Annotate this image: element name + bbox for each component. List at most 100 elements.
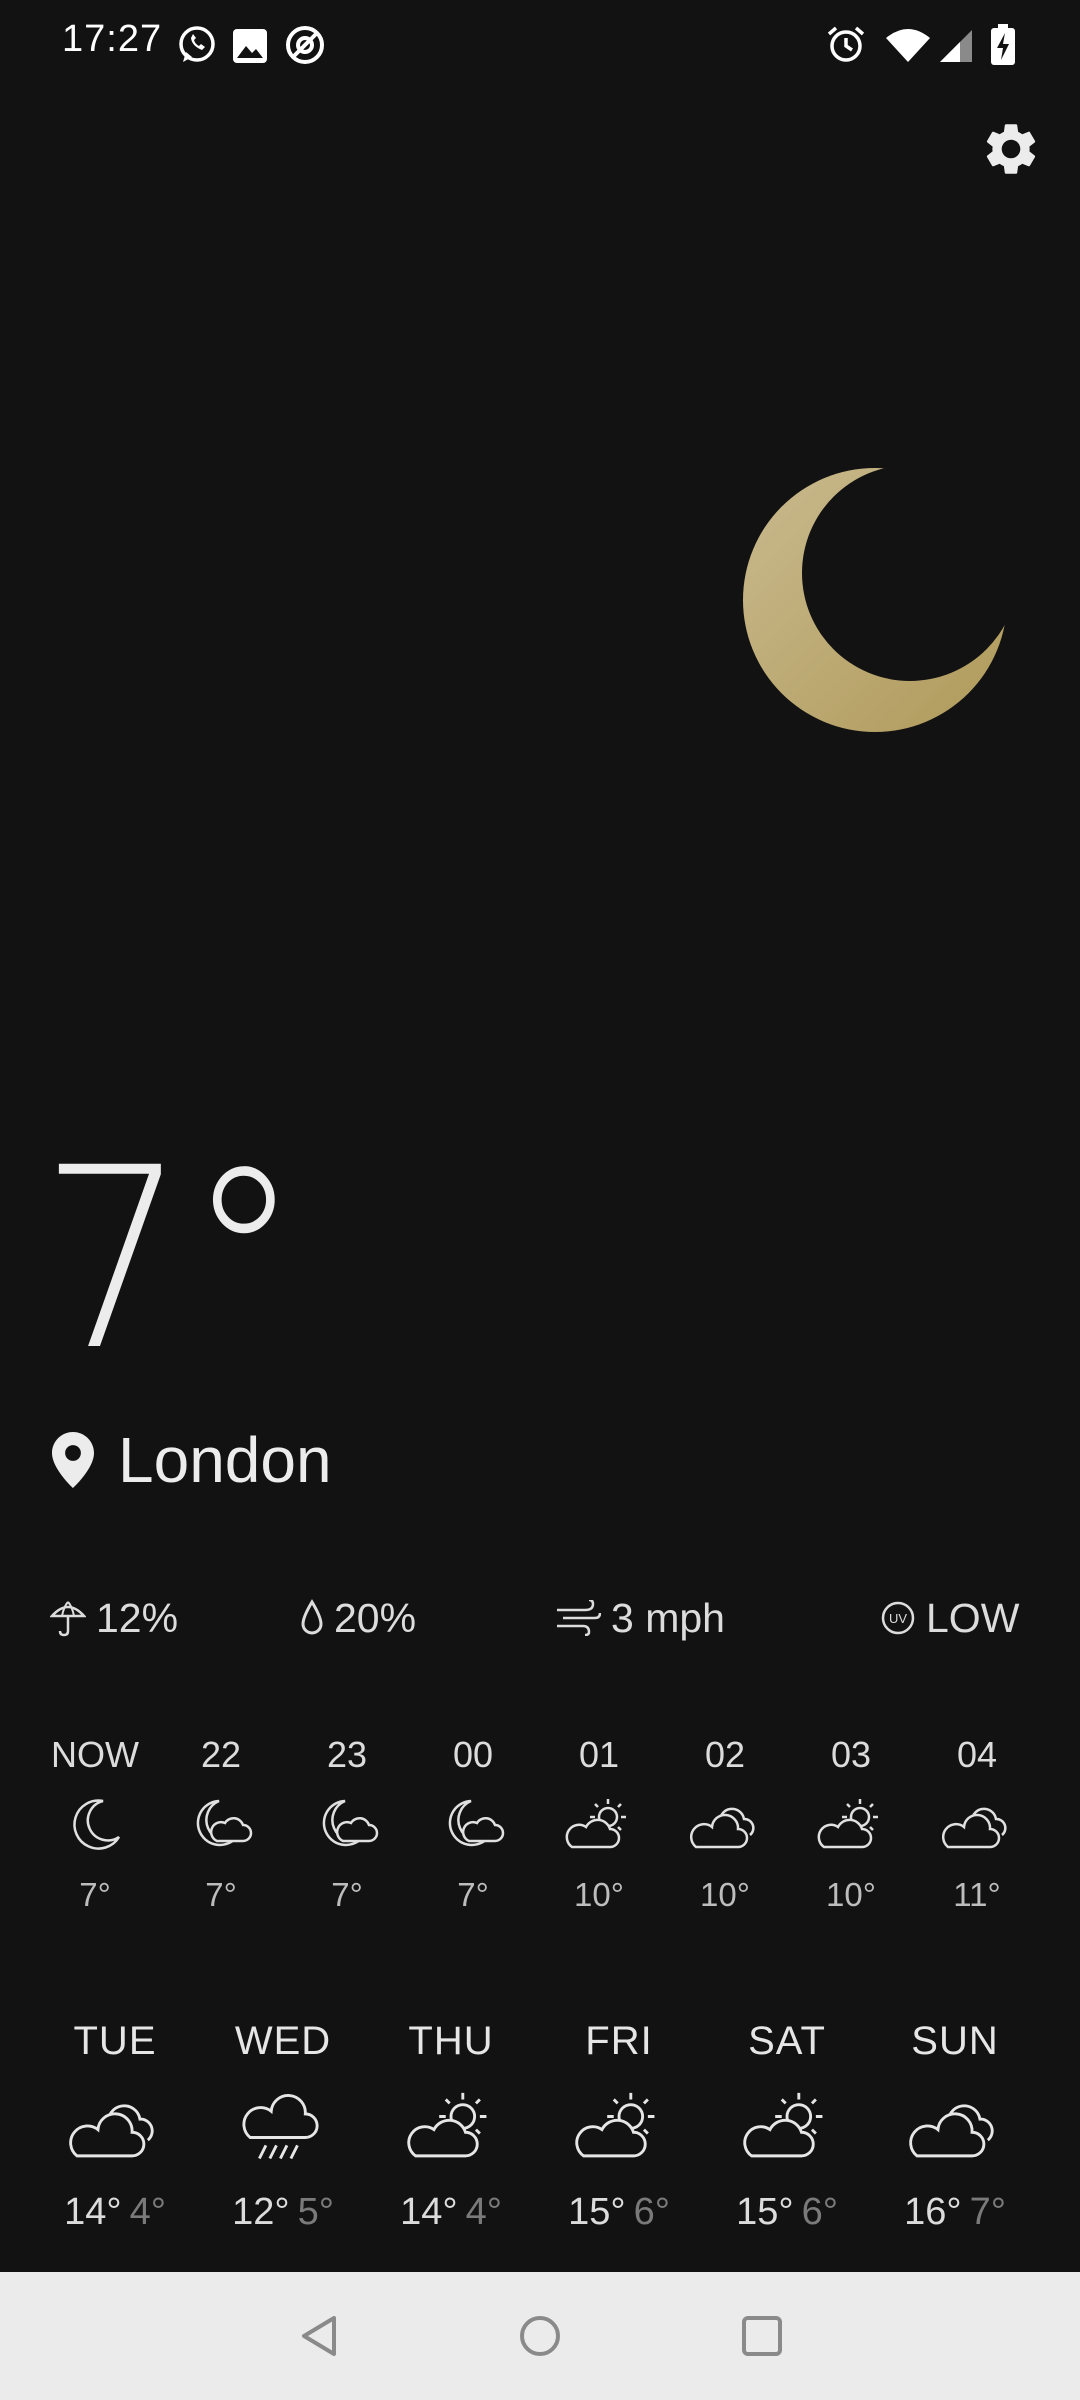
- location[interactable]: London: [52, 1420, 332, 1500]
- status-bar: 17:27: [0, 0, 1080, 90]
- day-high: 14°: [400, 2191, 458, 2233]
- back-button[interactable]: [290, 2306, 350, 2366]
- day-low: 5°: [297, 2191, 334, 2233]
- night-cloudy-icon: [196, 1799, 253, 1847]
- wind-icon: [557, 1600, 601, 1636]
- current-condition-moon: [730, 455, 1020, 750]
- hour-temp: 7°: [205, 1876, 237, 1913]
- svg-text:UV: UV: [889, 1611, 907, 1626]
- battery-charging-icon: [990, 24, 1016, 66]
- night-cloudy-icon: [448, 1799, 505, 1847]
- night-cloudy-icon: [322, 1799, 379, 1847]
- hourly-item: 02 10°: [662, 1730, 788, 1920]
- hour-temp: 10°: [574, 1876, 624, 1913]
- hour-label: 22: [200, 1734, 242, 1775]
- umbrella-icon: [50, 1601, 86, 1637]
- hour-temp: 7°: [79, 1876, 111, 1913]
- daily-item: FRI 15° 6°: [534, 2010, 704, 2242]
- daily-item: THU 14° 4°: [366, 2010, 536, 2242]
- day-label: TUE: [73, 2019, 157, 2063]
- day-label: SUN: [911, 2019, 999, 2063]
- hour-label: 01: [578, 1734, 620, 1775]
- location-pin-icon: [52, 1432, 94, 1488]
- daily-item: SUN 16° 7°: [870, 2010, 1040, 2242]
- alarm-icon: [826, 24, 866, 64]
- hourly-item: 03 10°: [788, 1730, 914, 1920]
- day-low: 6°: [633, 2191, 670, 2233]
- hour-label: 04: [956, 1734, 998, 1775]
- day-label: THU: [408, 2019, 494, 2063]
- gear-icon: [986, 124, 1036, 174]
- hour-temp: 10°: [700, 1876, 750, 1913]
- partly-sunny-icon: [565, 1799, 626, 1849]
- day-low: 4°: [129, 2191, 166, 2233]
- daily-item: TUE 14° 4°: [30, 2010, 200, 2242]
- daily-item: WED 12° 5°: [198, 2010, 368, 2242]
- wifi-icon: [884, 26, 932, 64]
- cellular-signal-icon: [938, 28, 974, 64]
- uv-icon: UV: [881, 1601, 915, 1635]
- day-low: 6°: [801, 2191, 838, 2233]
- recents-square-icon: [742, 2316, 782, 2356]
- day-high: 16°: [904, 2191, 962, 2233]
- hourly-item: 00 7°: [410, 1730, 536, 1920]
- hourly-item: 01 10°: [536, 1730, 662, 1920]
- hourly-forecast: NOW 7° 22 7° 23 7° 00 7° 01 10° 02 10° 0…: [32, 1730, 1072, 1930]
- partly-sunny-icon: [575, 2092, 655, 2158]
- day-high: 15°: [736, 2191, 794, 2233]
- wind-value: 3 mph: [611, 1594, 725, 1641]
- location-name: London: [118, 1424, 332, 1496]
- hour-label: 00: [452, 1734, 494, 1775]
- day-label: FRI: [585, 2019, 653, 2063]
- precipitation-stat: 12%: [50, 1588, 178, 1648]
- daily-forecast: TUE 14° 4° WED 12° 5° THU 14° 4° FRI 15°…: [0, 2010, 1080, 2250]
- wind-stat: 3 mph: [555, 1588, 725, 1648]
- cloudy-icon: [69, 2104, 154, 2158]
- blocked-app-icon: [284, 24, 326, 66]
- droplet-icon: [301, 1599, 323, 1635]
- precipitation-value: 12%: [96, 1594, 179, 1641]
- hourly-item: 23 7°: [284, 1730, 410, 1920]
- current-temperature: 7°: [40, 1114, 302, 1405]
- rain-icon: [242, 2094, 319, 2160]
- humidity-value: 20%: [334, 1594, 417, 1641]
- uv-value: LOW: [926, 1594, 1020, 1641]
- uv-stat: UV LOW: [880, 1588, 1019, 1648]
- status-time: 17:27: [62, 18, 163, 60]
- hourly-item: 22 7°: [158, 1730, 284, 1920]
- day-low: 7°: [969, 2191, 1006, 2233]
- hourly-item: NOW 7°: [32, 1730, 158, 1920]
- hour-label: 02: [704, 1734, 746, 1775]
- gallery-icon: [232, 28, 268, 64]
- hour-label: NOW: [51, 1734, 139, 1775]
- day-low: 4°: [465, 2191, 502, 2233]
- navigation-bar: [0, 2272, 1080, 2400]
- settings-button[interactable]: [980, 118, 1042, 180]
- hour-temp: 7°: [331, 1876, 363, 1913]
- partly-sunny-icon: [817, 1799, 878, 1849]
- daily-item: SAT 15° 6°: [702, 2010, 872, 2242]
- day-high: 14°: [64, 2191, 122, 2233]
- hour-label: 23: [326, 1734, 368, 1775]
- partly-sunny-icon: [407, 2092, 487, 2158]
- hour-temp: 11°: [953, 1876, 1001, 1913]
- hourly-item: 04 11°: [914, 1730, 1040, 1920]
- moon-icon: [743, 468, 1007, 732]
- recents-button[interactable]: [732, 2306, 792, 2366]
- cloudy-icon: [942, 1807, 1007, 1849]
- home-circle-icon: [520, 2316, 560, 2356]
- hour-temp: 10°: [826, 1876, 876, 1913]
- day-high: 15°: [568, 2191, 626, 2233]
- day-label: WED: [234, 2019, 332, 2063]
- whatsapp-icon: [176, 24, 218, 66]
- humidity-stat: 20%: [300, 1588, 416, 1648]
- day-high: 12°: [232, 2191, 290, 2233]
- day-label: SAT: [748, 2019, 826, 2063]
- cloudy-icon: [909, 2104, 994, 2158]
- home-button[interactable]: [510, 2306, 570, 2366]
- cloudy-icon: [690, 1807, 755, 1849]
- hour-temp: 7°: [457, 1876, 489, 1913]
- moon-icon: [73, 1799, 121, 1850]
- back-triangle-icon: [302, 2316, 336, 2356]
- partly-sunny-icon: [743, 2092, 823, 2158]
